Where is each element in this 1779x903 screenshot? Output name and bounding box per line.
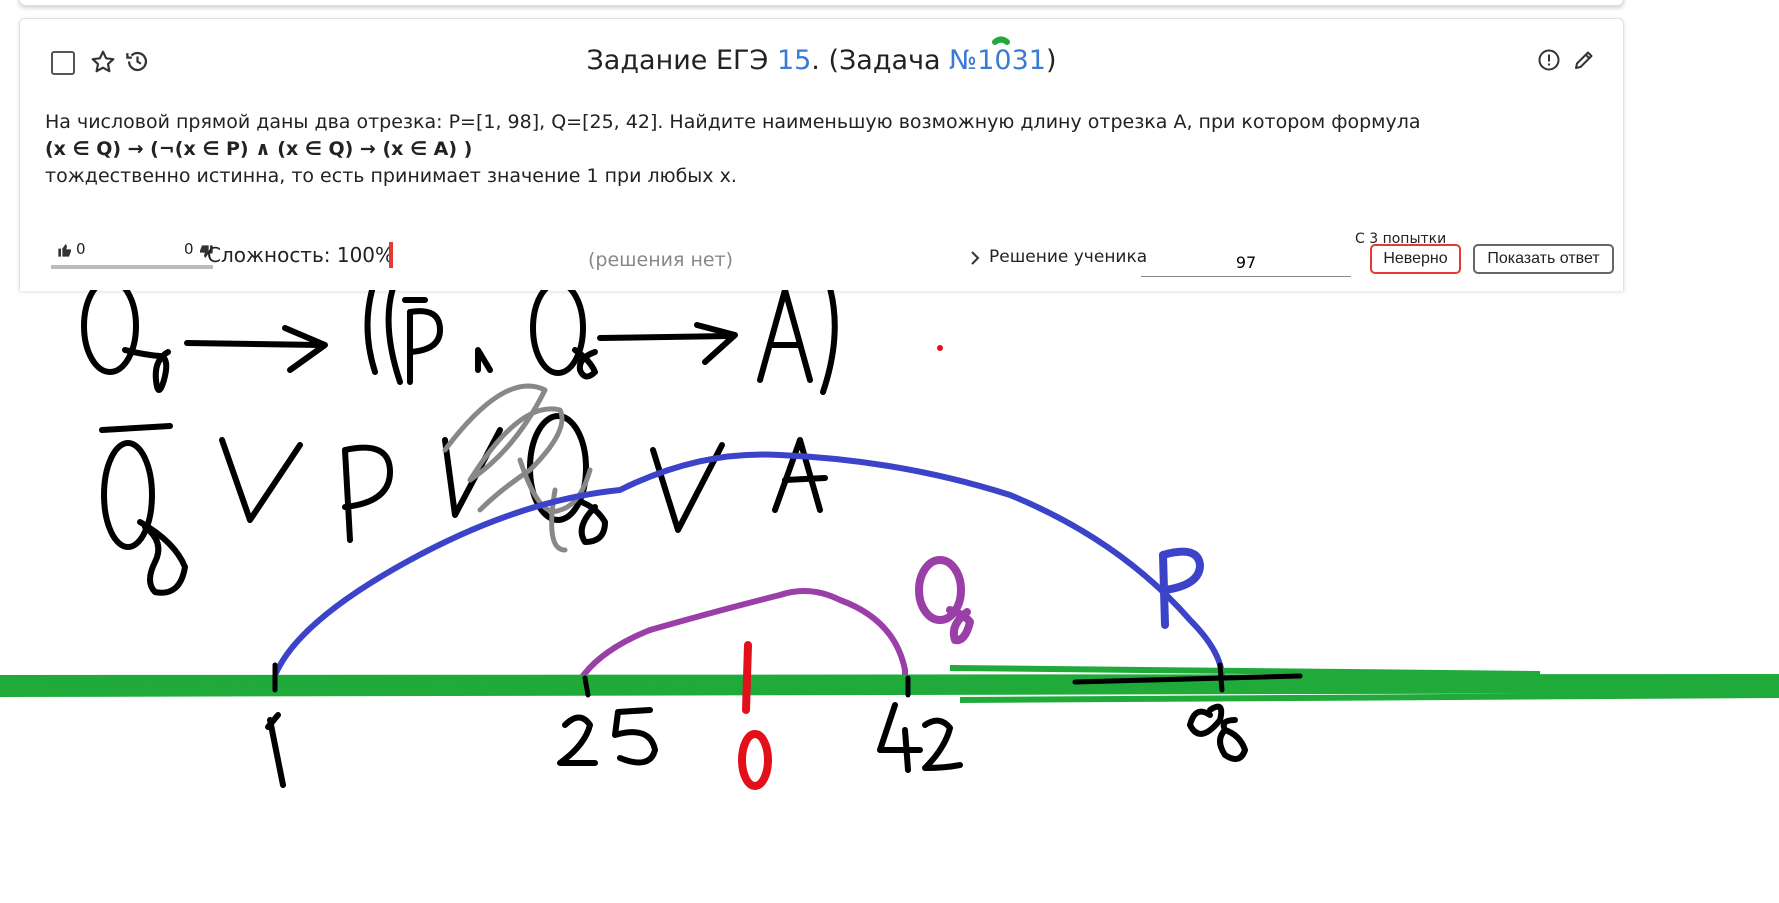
zero-mark — [738, 641, 772, 790]
handwritten-drawing — [0, 290, 1779, 790]
like-count: 0 — [76, 240, 86, 258]
task-number-link[interactable]: №1031 — [949, 45, 1046, 76]
show-answer-button[interactable]: Показать ответ — [1473, 244, 1614, 274]
number-line-axis — [0, 665, 1779, 703]
difficulty-label: Сложность: 100% — [207, 243, 395, 267]
difficulty-bar — [389, 242, 393, 268]
edit-pencil-icon[interactable] — [1572, 48, 1596, 72]
handwriting-row1 — [81, 290, 838, 395]
chevron-right-icon[interactable] — [970, 251, 980, 265]
title-prefix: Задание ЕГЭ — [586, 45, 777, 76]
rating-widget: 0 0 — [51, 239, 213, 269]
thumbs-up-icon[interactable] — [57, 242, 73, 258]
green-ink-mark — [992, 36, 1010, 45]
dislike-count: 0 — [184, 240, 194, 258]
task-title: Задание ЕГЭ 15. (Задача №1031) — [20, 45, 1623, 76]
answer-input[interactable] — [1141, 248, 1351, 277]
interval-labels — [265, 702, 1248, 788]
student-solution-toggle[interactable]: Решение ученика — [989, 247, 1147, 267]
title-suffix: ) — [1045, 45, 1057, 76]
report-icon[interactable] — [1537, 48, 1561, 72]
no-solution-text: (решения нет) — [588, 249, 734, 271]
task-statement: На числовой прямой даны два отрезка: P=[… — [45, 109, 1585, 190]
curve-q — [577, 588, 908, 688]
title-middle: . (Задача — [811, 45, 950, 76]
label-q — [915, 556, 974, 645]
previous-task-card — [19, 0, 1624, 6]
task-card: Задание ЕГЭ 15. (Задача №1031) На числов… — [19, 18, 1624, 291]
wrong-status-button[interactable]: Неверно — [1370, 244, 1461, 274]
red-dot — [937, 345, 943, 351]
ege-number-link[interactable]: 15 — [777, 45, 811, 76]
statement-line1: На числовой прямой даны два отрезка: P=[… — [45, 111, 1421, 133]
scratch-marks — [442, 383, 593, 553]
statement-line3: тождественно истинна, то есть принимает … — [45, 165, 737, 187]
handwriting-row2 — [99, 413, 828, 596]
formula: (x ∈ Q) → (¬(x ∈ P) ∧ (x ∈ Q) → (x ∈ A) … — [45, 138, 473, 160]
